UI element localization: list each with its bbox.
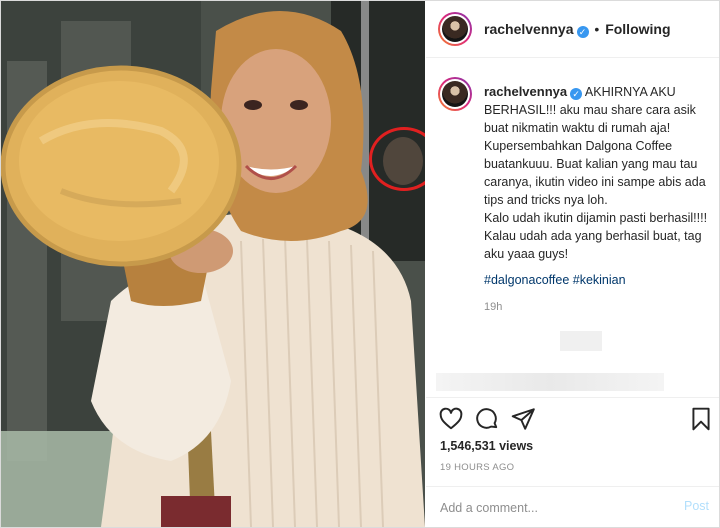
video-frame-image: [1, 1, 425, 527]
post-video[interactable]: [1, 1, 425, 527]
following-button[interactable]: Following: [605, 21, 670, 37]
caption-line: Kalo udah ikutin dijamin pasti berhasil!…: [484, 211, 708, 225]
avatar-image: [442, 16, 468, 42]
blurred-region: [560, 331, 602, 351]
add-comment-bar: Post: [426, 486, 719, 528]
post-comment-button[interactable]: Post: [684, 499, 709, 513]
caption-timestamp: 19h: [484, 301, 503, 313]
hashtag-links[interactable]: #dalgonacoffee #kekinian: [484, 271, 716, 289]
header-separator: •: [594, 21, 600, 37]
action-bar: 1,546,531 views 19 HOURS AGO Post: [426, 397, 719, 527]
caption-avatar[interactable]: [438, 77, 472, 111]
post-header: rachelvennya ✓ • Following: [426, 1, 719, 58]
post-sidebar: rachelvennya ✓ • Following rachelvennya ✓ …: [426, 1, 719, 527]
caption-line: Kalau udah ada yang berhasil buat, tag a…: [484, 229, 702, 261]
blurred-region: [436, 373, 664, 391]
avatar[interactable]: [438, 12, 472, 46]
comment-input[interactable]: [440, 499, 660, 517]
verified-badge-icon: ✓: [576, 26, 589, 38]
header-username-link[interactable]: rachelvennya: [484, 21, 574, 37]
caption-username-link[interactable]: rachelvennya: [484, 84, 567, 99]
post-date[interactable]: 19 HOURS AGO: [440, 462, 514, 473]
caption-line: Kupersembahkan Dalgona Coffee buatankuuu…: [484, 139, 706, 207]
verified-badge-icon: ✓: [570, 88, 583, 100]
header-user-line: rachelvennya ✓ • Following: [484, 21, 671, 38]
heart-icon[interactable]: [438, 406, 464, 432]
paper-plane-icon[interactable]: [510, 406, 536, 432]
bookmark-icon[interactable]: [688, 406, 714, 432]
caption-line: rachelvennya ✓ AKHIRNYA AKU BERHASIL!!! a…: [484, 83, 716, 137]
comment-bubble-icon[interactable]: [474, 406, 500, 432]
avatar-image: [442, 81, 468, 107]
view-count[interactable]: 1,546,531 views: [440, 439, 533, 453]
post-caption: rachelvennya ✓ AKHIRNYA AKU BERHASIL!!! a…: [484, 83, 716, 289]
instagram-post-window: rachelvennya ✓ • Following rachelvennya ✓ …: [0, 0, 720, 528]
